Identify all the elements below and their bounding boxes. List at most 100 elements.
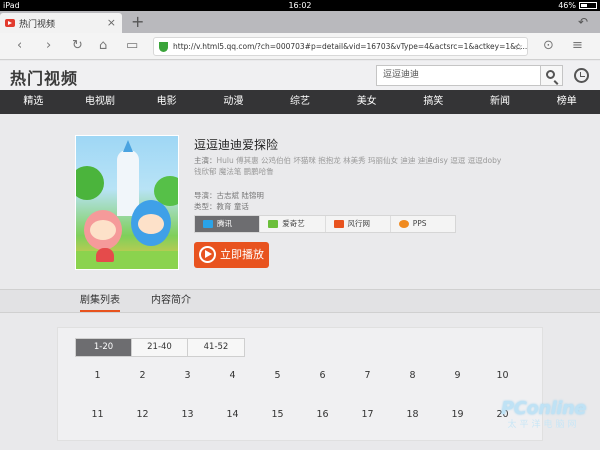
new-tab-icon[interactable]: + xyxy=(131,14,144,30)
range-1-20[interactable]: 1-20 xyxy=(76,339,132,356)
battery-percent: 46% xyxy=(558,1,576,10)
browser-tab[interactable]: 热门视频 × xyxy=(0,13,122,33)
address-bar[interactable]: http://v.html5.qq.com/?ch=000703#p=detai… xyxy=(153,37,528,56)
episode-item[interactable]: 12 xyxy=(120,409,165,420)
category-beauty[interactable]: 美女 xyxy=(333,90,400,114)
category-news[interactable]: 新闻 xyxy=(467,90,534,114)
undo-icon[interactable]: ↶ xyxy=(578,15,588,29)
director-label: 导演： xyxy=(194,191,217,200)
tab-episode-list[interactable]: 剧集列表 xyxy=(80,292,120,312)
episode-item[interactable]: 13 xyxy=(165,409,210,420)
episode-range-selector: 1-20 21-40 41-52 xyxy=(75,338,245,357)
episode-panel: 1-20 21-40 41-52 1 2 3 4 5 6 7 8 9 10 11… xyxy=(57,327,543,441)
bookmark-star-icon[interactable]: ☆ xyxy=(514,39,523,55)
status-time: 16:02 xyxy=(288,1,312,10)
security-shield-icon xyxy=(159,42,168,52)
history-clock-icon[interactable] xyxy=(574,68,589,83)
episode-item[interactable]: 10 xyxy=(480,370,525,381)
pps-icon xyxy=(398,220,409,228)
show-detail: 逗逗迪迪爱探险 主演：Hulu 傅其惠 公鸡伯伯 坏猫咪 抱抱龙 林美秀 玛丽仙… xyxy=(0,114,600,289)
episode-row-1: 1 2 3 4 5 6 7 8 9 10 xyxy=(75,370,525,381)
play-now-label: 立即播放 xyxy=(220,248,264,261)
episode-item[interactable]: 19 xyxy=(435,409,480,420)
search-icon xyxy=(546,70,555,79)
cast-line-1: Hulu 傅其惠 公鸡伯伯 坏猫咪 抱抱龙 林美秀 玛丽仙女 迪迪 迪迪disy… xyxy=(216,156,502,165)
cast-line-2: 钱欣郁 魔法笔 鹏鹏哈鲁 xyxy=(194,167,274,176)
funshion-icon xyxy=(333,220,344,228)
battery-icon xyxy=(579,2,597,9)
episode-item[interactable]: 3 xyxy=(165,370,210,381)
section-tabs: 剧集列表 内容简介 xyxy=(0,289,600,313)
bookmarks-icon[interactable]: ▭ xyxy=(126,38,138,54)
battery-status: 46% xyxy=(558,0,597,11)
search-input[interactable]: 逗逗迪迪 xyxy=(376,65,541,86)
episode-item[interactable]: 6 xyxy=(300,370,345,381)
episode-item[interactable]: 4 xyxy=(210,370,255,381)
forward-icon[interactable]: › xyxy=(46,38,51,54)
episode-item[interactable]: 11 xyxy=(75,409,120,420)
source-iqiyi[interactable]: 爱奇艺 xyxy=(260,216,326,232)
source-label: 腾讯 xyxy=(217,219,232,228)
episode-item[interactable]: 17 xyxy=(345,409,390,420)
episode-item[interactable]: 7 xyxy=(345,370,390,381)
episode-item[interactable]: 9 xyxy=(435,370,480,381)
genre-value: 教育 童话 xyxy=(216,202,249,211)
episode-item[interactable]: 15 xyxy=(255,409,300,420)
category-charts[interactable]: 榜单 xyxy=(533,90,600,114)
video-favicon-icon xyxy=(5,19,15,27)
source-funshion[interactable]: 风行网 xyxy=(326,216,391,232)
watermark-subtitle: 太平洋电脑网 xyxy=(507,420,580,430)
category-movies[interactable]: 电影 xyxy=(133,90,200,114)
tab-synopsis[interactable]: 内容简介 xyxy=(151,292,191,312)
episode-item[interactable]: 2 xyxy=(120,370,165,381)
site-header: 热门视频 逗逗迪迪 xyxy=(0,61,600,90)
close-tab-icon[interactable]: × xyxy=(107,16,116,29)
source-label: 风行网 xyxy=(347,219,371,228)
url-text: http://v.html5.qq.com/?ch=000703#p=detai… xyxy=(173,42,528,51)
tencent-video-icon xyxy=(203,220,213,228)
site-logo[interactable]: 热门视频 xyxy=(10,65,78,89)
source-label: PPS xyxy=(412,219,427,228)
episode-item[interactable]: 1 xyxy=(75,370,120,381)
tab-strip: 热门视频 × + ↶ xyxy=(0,11,600,33)
source-selector: 腾讯 爱奇艺 风行网 PPS xyxy=(194,215,456,233)
source-label: 爱奇艺 xyxy=(282,219,305,228)
episode-item[interactable]: 8 xyxy=(390,370,435,381)
menu-icon[interactable]: ≡ xyxy=(572,38,583,54)
watermark: PConline 太平洋电脑网 xyxy=(501,398,586,430)
category-variety[interactable]: 综艺 xyxy=(267,90,334,114)
genre-label: 类型： xyxy=(194,202,217,211)
iqiyi-icon xyxy=(268,220,279,228)
category-featured[interactable]: 精选 xyxy=(0,90,67,114)
category-anime[interactable]: 动漫 xyxy=(200,90,267,114)
play-circle-icon[interactable]: ⊙ xyxy=(543,38,554,54)
episode-item[interactable]: 5 xyxy=(255,370,300,381)
director-info: 导演：古志斌 陆锦明 xyxy=(194,190,264,201)
range-21-40[interactable]: 21-40 xyxy=(132,339,188,356)
source-pps[interactable]: PPS xyxy=(391,216,455,232)
browser-toolbar: ‹ › ↻ ⌂ ▭ http://v.html5.qq.com/?ch=0007… xyxy=(0,33,600,60)
episode-item[interactable]: 18 xyxy=(390,409,435,420)
show-title: 逗逗迪迪爱探险 xyxy=(194,138,279,152)
browser-tab-title: 热门视频 xyxy=(19,19,56,30)
refresh-icon[interactable]: ↻ xyxy=(72,38,83,54)
watermark-brand: PConline xyxy=(501,398,586,419)
status-bar: iPad 16:02 46% xyxy=(0,0,600,11)
cast-info: 主演：Hulu 傅其惠 公鸡伯伯 坏猫咪 抱抱龙 林美秀 玛丽仙女 迪迪 迪迪d… xyxy=(194,155,534,177)
range-41-52[interactable]: 41-52 xyxy=(188,339,244,356)
cast-label: 主演： xyxy=(194,156,217,165)
search-button[interactable] xyxy=(541,65,563,86)
episode-item[interactable]: 14 xyxy=(210,409,255,420)
director-value: 古志斌 陆锦明 xyxy=(216,191,264,200)
source-tencent[interactable]: 腾讯 xyxy=(195,216,261,232)
episode-item[interactable]: 16 xyxy=(300,409,345,420)
back-icon[interactable]: ‹ xyxy=(17,38,22,54)
show-poster[interactable] xyxy=(75,135,179,270)
category-tv[interactable]: 电视剧 xyxy=(67,90,134,114)
home-icon[interactable]: ⌂ xyxy=(99,38,107,54)
play-now-button[interactable]: 立即播放 xyxy=(194,242,269,268)
category-nav: 精选 电视剧 电影 动漫 综艺 美女 搞笑 新闻 榜单 xyxy=(0,90,600,114)
category-funny[interactable]: 搞笑 xyxy=(400,90,467,114)
genre-info: 类型：教育 童话 xyxy=(194,201,249,212)
episode-row-2: 11 12 13 14 15 16 17 18 19 20 xyxy=(75,409,525,420)
